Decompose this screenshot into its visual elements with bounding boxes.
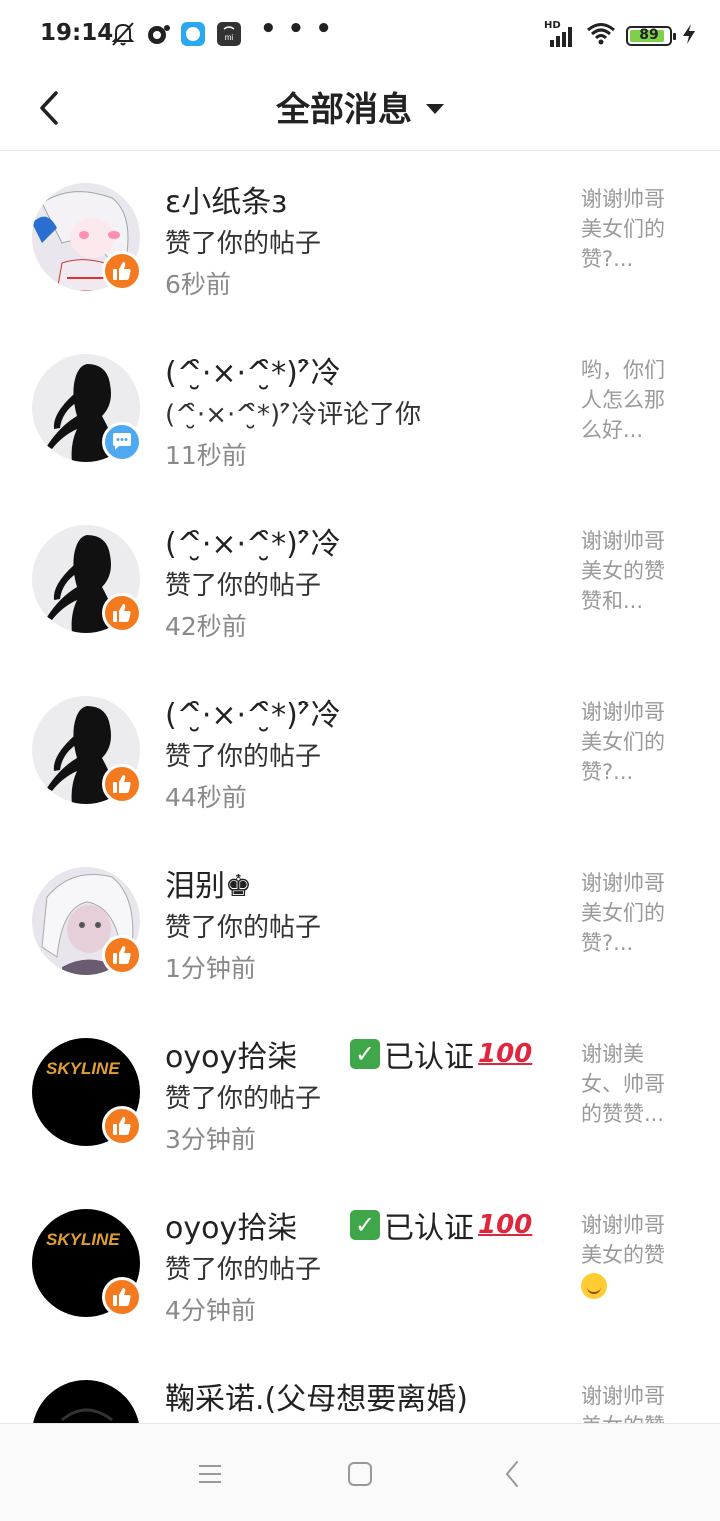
user-name[interactable]: (^̮̑·×·^̮̑*)ᐟ̑̈冷 [165,519,341,563]
user-avatar[interactable] [32,1380,140,1423]
app-chat-icon [180,20,206,48]
post-preview-text: 谢谢帅哥美女们的赞?... [581,187,665,271]
message-time: 3分钟前 [165,1125,256,1154]
user-avatar[interactable] [32,696,142,804]
user-name[interactable]: (^̮̑·×·^̮̑*)ᐟ̑̈冷 [165,690,341,734]
message-item[interactable]: 鞠采诺.(父母想要离婚)赞了你的帖子谢谢帅哥美女的赞 [0,1348,720,1423]
post-preview-text: 谢谢帅哥美女的赞赞和... [581,529,665,613]
page-title: 全部消息 [276,90,412,130]
message-filter-dropdown[interactable]: 全部消息 [0,82,720,131]
user-name[interactable]: oyoy拾柒 [165,1032,297,1076]
post-preview-text: 谢谢帅哥美女的赞 [581,1213,665,1267]
system-nav-bar [0,1423,720,1521]
post-preview-text: 谢谢帅哥美女的赞 [581,1384,665,1423]
message-time: 11秒前 [165,441,247,470]
user-avatar[interactable]: SKYLINE [32,1038,142,1146]
menu-button[interactable] [190,1456,230,1492]
post-preview[interactable]: 哟，你们人怎么那么好... [581,355,681,445]
post-preview[interactable]: 谢谢帅哥美女的赞 [581,1381,681,1423]
user-name[interactable]: 泪别♚ [165,861,252,905]
battery-indicator: 89 [626,26,676,46]
post-preview-text: 哟，你们人怎么那么好... [581,358,665,442]
nav-back-button[interactable] [492,1456,532,1492]
user-avatar[interactable]: SKYLINE [32,1209,142,1317]
post-preview[interactable]: 谢谢帅哥美女们的赞?... [581,697,681,787]
home-icon [348,1462,372,1486]
message-item[interactable]: SKYLINE oyoy拾柒 ✓ 已认证 100 赞了你的帖子 4分钟前 谢谢帅哥美女的赞 [0,1177,720,1348]
back-icon [505,1461,518,1487]
message-item[interactable]: SKYLINE oyoy拾柒 ✓ 已认证 100 赞了你的帖子 3分钟前 谢谢美女、帅哥的赞赞… [0,1006,720,1177]
like-badge-icon [102,1277,142,1317]
verified-badge: ✓ 已认证 100 [350,1032,532,1076]
like-badge-icon [102,1106,142,1146]
wifi-icon [586,22,616,50]
hundred-points-icon: 100 [478,1210,533,1240]
smiling-face-icon [581,1273,607,1299]
svg-text:SKYLINE: SKYLINE [46,1230,120,1249]
caret-down-icon [426,103,444,114]
verified-badge: ✓ 已认证 100 [350,1203,532,1247]
status-bar: 19:14 mi • • • HD 89 [0,0,720,68]
post-preview[interactable]: 谢谢帅哥美女的赞赞和... [581,526,681,616]
verified-label: 已认证 [384,1211,474,1246]
user-avatar[interactable] [32,867,142,975]
message-action: (^̮̑·×·^̮̑*)ᐟ̑̈冷评论了你 [165,400,422,430]
user-avatar[interactable] [32,525,142,633]
battery-percent: 89 [639,27,659,43]
message-action: 赞了你的帖子 [165,229,322,259]
user-name[interactable]: (^̮̑·×·^̮̑*)ᐟ̑̈冷 [165,348,341,392]
post-preview-text: 谢谢美女、帅哥的赞赞... [581,1042,665,1126]
like-badge-icon [102,764,142,804]
user-name[interactable]: oyoy拾柒 [165,1203,297,1247]
mi-store-icon: mi [216,20,242,48]
post-preview[interactable]: 谢谢帅哥美女的赞 [581,1210,681,1300]
charging-icon [682,23,696,49]
post-preview-text: 谢谢帅哥美女们的赞?... [581,871,665,955]
message-time: 42秒前 [165,612,247,641]
message-action: 赞了你的帖子 [165,913,322,943]
post-preview[interactable]: 谢谢帅哥美女们的赞?... [581,184,681,274]
user-avatar[interactable] [32,354,142,462]
message-action: 赞了你的帖子 [165,742,322,772]
message-item[interactable]: ɛ小纸条ɜ 赞了你的帖子 6秒前 谢谢帅哥美女们的赞?... [0,151,720,322]
more-notifications-icon: • • • [260,14,333,44]
message-time: 6秒前 [165,270,231,299]
svg-text:mi: mi [225,33,234,42]
message-time: 44秒前 [165,783,247,812]
message-action: 赞了你的帖子 [165,1255,322,1285]
like-badge-icon [102,593,142,633]
user-name[interactable]: ɛ小纸条ɜ [165,177,287,221]
app-header: 全部消息 [0,68,720,151]
post-preview[interactable]: 谢谢帅哥美女们的赞?... [581,868,681,958]
svg-text:SKYLINE: SKYLINE [46,1059,120,1078]
post-preview[interactable]: 谢谢美女、帅哥的赞赞... [581,1039,681,1129]
message-time: 1分钟前 [165,954,256,983]
verified-label: 已认证 [384,1040,474,1075]
user-avatar[interactable] [32,183,142,291]
message-item[interactable]: (^̮̑·×·^̮̑*)ᐟ̑̈冷 (^̮̑·×·^̮̑*)ᐟ̑̈冷评论了你 11秒前… [0,322,720,493]
bell-off-icon [110,20,136,48]
message-item[interactable]: (^̮̑·×·^̮̑*)ᐟ̑̈冷赞了你的帖子 44秒前 谢谢帅哥美女们的赞?... [0,664,720,835]
post-preview-text: 谢谢帅哥美女们的赞?... [581,700,665,784]
message-item[interactable]: (^̮̑·×·^̮̑*)ᐟ̑̈冷赞了你的帖子 42秒前 谢谢帅哥美女的赞赞和... [0,493,720,664]
message-list[interactable]: ɛ小纸条ɜ 赞了你的帖子 6秒前 谢谢帅哥美女们的赞?... (^̮̑·×·^̮̑*)ᐟ… [0,151,720,1423]
message-time: 4分钟前 [165,1296,256,1325]
message-item[interactable]: 泪别♚ 赞了你的帖子 1分钟前 谢谢帅哥美女们的赞?... [0,835,720,1006]
comment-badge-icon [102,422,142,462]
signal-icon: HD [544,20,576,48]
check-icon: ✓ [350,1210,380,1240]
like-badge-icon [102,935,142,975]
like-badge-icon [102,251,142,291]
hundred-points-icon: 100 [478,1039,533,1069]
user-name[interactable]: 鞠采诺.(父母想要离婚) [165,1374,468,1418]
alarm-icon [144,20,172,48]
message-action: 赞了你的帖子 [165,1084,322,1114]
status-time: 19:14 [40,20,114,46]
check-icon: ✓ [350,1039,380,1069]
message-action: 赞了你的帖子 [165,571,322,601]
menu-icon [199,1465,221,1483]
home-button[interactable] [340,1456,380,1492]
